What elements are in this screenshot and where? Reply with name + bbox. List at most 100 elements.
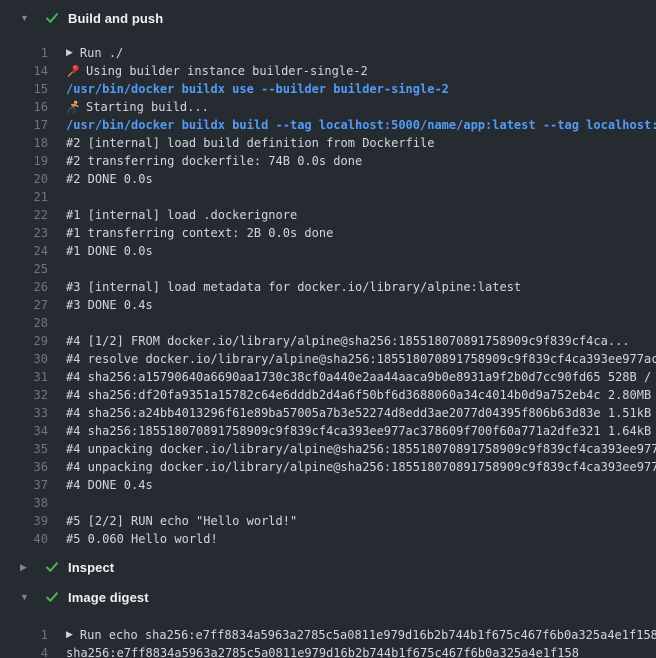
log-text: #5 [2/2] RUN echo "Hello world!" bbox=[66, 512, 297, 530]
log-line: 28 ▶ bbox=[0, 314, 656, 332]
line-number[interactable]: 35 bbox=[0, 440, 48, 458]
log-line: 23 ▶ #1 transferring context: 2B 0.0s do… bbox=[0, 224, 656, 242]
line-number[interactable]: 34 bbox=[0, 422, 48, 440]
step-title: Image digest bbox=[68, 590, 149, 605]
log-line: 16 ▶ Starting build... bbox=[0, 98, 656, 116]
log-line: 21 ▶ bbox=[0, 188, 656, 206]
line-number[interactable]: 33 bbox=[0, 404, 48, 422]
log-line: 15 ▶ /usr/bin/docker buildx use --builde… bbox=[0, 80, 656, 98]
runner-icon bbox=[66, 100, 80, 114]
line-number[interactable]: 31 bbox=[0, 368, 48, 386]
log-text: /usr/bin/docker buildx use --builder bui… bbox=[66, 80, 449, 98]
log-text: #4 DONE 0.4s bbox=[66, 476, 153, 494]
log-line: 33 ▶ #4 sha256:a24bb4013296f61e89ba57005… bbox=[0, 404, 656, 422]
log-line: 26 ▶ #3 [internal] load metadata for doc… bbox=[0, 278, 656, 296]
log-line: 34 ▶ #4 sha256:185518070891758909c9f839c… bbox=[0, 422, 656, 440]
log-line: 25 ▶ bbox=[0, 260, 656, 278]
line-number[interactable]: 21 bbox=[0, 188, 48, 206]
log-line: 24 ▶ #1 DONE 0.0s bbox=[0, 242, 656, 260]
log-text: #5 0.060 Hello world! bbox=[66, 530, 218, 548]
log-text: Starting build... bbox=[86, 98, 209, 116]
line-number[interactable]: 25 bbox=[0, 260, 48, 278]
step-header-image-digest[interactable]: ▼ Image digest bbox=[0, 584, 656, 610]
check-success-icon bbox=[44, 559, 60, 575]
line-number[interactable]: 26 bbox=[0, 278, 48, 296]
log-text: #4 unpacking docker.io/library/alpine@sh… bbox=[66, 440, 656, 458]
step-section-inspect: ▶ Inspect bbox=[0, 554, 656, 580]
check-success-icon bbox=[44, 589, 60, 605]
chevron-right-icon[interactable]: ▶ bbox=[66, 44, 73, 62]
log-line: 20 ▶ #2 DONE 0.0s bbox=[0, 170, 656, 188]
line-number[interactable]: 19 bbox=[0, 152, 48, 170]
log-text: #1 transferring context: 2B 0.0s done bbox=[66, 224, 333, 242]
log-line: 17 ▶ /usr/bin/docker buildx build --tag … bbox=[0, 116, 656, 134]
line-number[interactable]: 15 bbox=[0, 80, 48, 98]
line-number[interactable]: 36 bbox=[0, 458, 48, 476]
log-line: 31 ▶ #4 sha256:a15790640a6690aa1730c38cf… bbox=[0, 368, 656, 386]
line-number[interactable]: 20 bbox=[0, 170, 48, 188]
log-line: 1 ▶ Run echo sha256:e7ff8834a5963a2785c5… bbox=[0, 626, 656, 644]
check-success-icon bbox=[44, 10, 60, 26]
log-line: 32 ▶ #4 sha256:df20fa9351a15782c64e6dddb… bbox=[0, 386, 656, 404]
log-text: #4 unpacking docker.io/library/alpine@sh… bbox=[66, 458, 656, 476]
workflow-log-viewer: ▼ Build and push 1 ▶ Run ./ bbox=[0, 0, 656, 658]
step-header-inspect[interactable]: ▶ Inspect bbox=[0, 554, 656, 580]
step-header-build-and-push[interactable]: ▼ Build and push bbox=[0, 0, 656, 36]
line-number[interactable]: 32 bbox=[0, 386, 48, 404]
log-text: #2 DONE 0.0s bbox=[66, 170, 153, 188]
line-number[interactable]: 39 bbox=[0, 512, 48, 530]
line-number[interactable]: 1 bbox=[0, 626, 48, 644]
line-number[interactable]: 14 bbox=[0, 62, 48, 80]
line-number[interactable]: 37 bbox=[0, 476, 48, 494]
line-number[interactable]: 24 bbox=[0, 242, 48, 260]
log-line: 19 ▶ #2 transferring dockerfile: 74B 0.0… bbox=[0, 152, 656, 170]
log-text: #2 [internal] load build definition from… bbox=[66, 134, 434, 152]
log-text: #4 sha256:185518070891758909c9f839cf4ca3… bbox=[66, 422, 656, 440]
chevron-icon: ▶ bbox=[20, 563, 34, 572]
log-line: 36 ▶ #4 unpacking docker.io/library/alpi… bbox=[0, 458, 656, 476]
line-number[interactable]: 38 bbox=[0, 494, 48, 512]
log-text: /usr/bin/docker buildx build --tag local… bbox=[66, 116, 656, 134]
log-text: #3 DONE 0.4s bbox=[66, 296, 153, 314]
line-number[interactable]: 1 bbox=[0, 44, 48, 62]
line-number[interactable]: 27 bbox=[0, 296, 48, 314]
log-text: #4 resolve docker.io/library/alpine@sha2… bbox=[66, 350, 656, 368]
log-text: #3 [internal] load metadata for docker.i… bbox=[66, 278, 521, 296]
step-section-build-and-push: ▼ Build and push 1 ▶ Run ./ bbox=[0, 0, 656, 548]
log-line: 14 ▶ Using builder instance builder-sing… bbox=[0, 62, 656, 80]
log-line: 37 ▶ #4 DONE 0.4s bbox=[0, 476, 656, 494]
log-text: #2 transferring dockerfile: 74B 0.0s don… bbox=[66, 152, 362, 170]
log-line: 30 ▶ #4 resolve docker.io/library/alpine… bbox=[0, 350, 656, 368]
log-text: #4 sha256:a15790640a6690aa1730c38cf0a440… bbox=[66, 368, 656, 386]
log-line: 1 ▶ Run ./ bbox=[0, 44, 656, 62]
line-number[interactable]: 22 bbox=[0, 206, 48, 224]
log-text: Run echo sha256:e7ff8834a5963a2785c5a081… bbox=[80, 626, 656, 644]
line-number[interactable]: 17 bbox=[0, 116, 48, 134]
pushpin-icon bbox=[66, 64, 80, 78]
log-text: Run ./ bbox=[80, 44, 123, 62]
chevron-icon: ▼ bbox=[20, 14, 34, 23]
log-line: 27 ▶ #3 DONE 0.4s bbox=[0, 296, 656, 314]
log-text: Using builder instance builder-single-2 bbox=[86, 62, 368, 80]
log-line: 4 ▶ sha256:e7ff8834a5963a2785c5a0811e979… bbox=[0, 644, 656, 658]
line-number[interactable]: 28 bbox=[0, 314, 48, 332]
line-number[interactable]: 30 bbox=[0, 350, 48, 368]
line-number[interactable]: 40 bbox=[0, 530, 48, 548]
line-number[interactable]: 23 bbox=[0, 224, 48, 242]
log-text: #1 [internal] load .dockerignore bbox=[66, 206, 297, 224]
step-log-lines: 1 ▶ Run echo sha256:e7ff8834a5963a2785c5… bbox=[0, 610, 656, 658]
log-line: 29 ▶ #4 [1/2] FROM docker.io/library/alp… bbox=[0, 332, 656, 350]
log-line: 35 ▶ #4 unpacking docker.io/library/alpi… bbox=[0, 440, 656, 458]
step-title: Build and push bbox=[68, 11, 163, 26]
log-line: 22 ▶ #1 [internal] load .dockerignore bbox=[0, 206, 656, 224]
line-number[interactable]: 29 bbox=[0, 332, 48, 350]
line-number[interactable]: 4 bbox=[0, 644, 48, 658]
log-text: sha256:e7ff8834a5963a2785c5a0811e979d16b… bbox=[66, 644, 579, 658]
line-number[interactable]: 16 bbox=[0, 98, 48, 116]
chevron-right-icon[interactable]: ▶ bbox=[66, 626, 73, 644]
line-number[interactable]: 18 bbox=[0, 134, 48, 152]
log-text: #4 sha256:a24bb4013296f61e89ba57005a7b3e… bbox=[66, 404, 656, 422]
log-line: 18 ▶ #2 [internal] load build definition… bbox=[0, 134, 656, 152]
log-line: 38 ▶ bbox=[0, 494, 656, 512]
log-text: #4 sha256:df20fa9351a15782c64e6dddb2d4a6… bbox=[66, 386, 656, 404]
